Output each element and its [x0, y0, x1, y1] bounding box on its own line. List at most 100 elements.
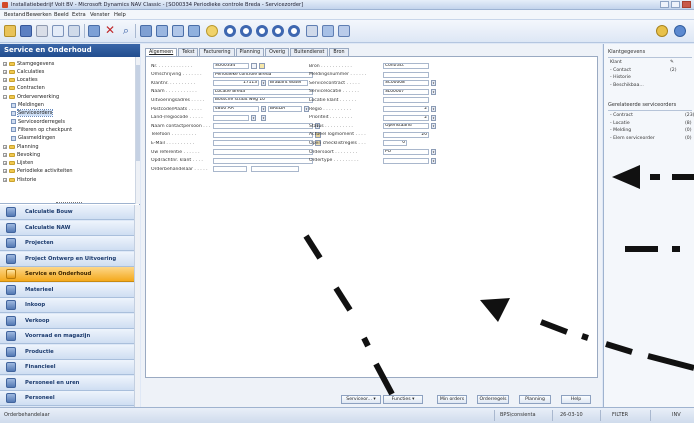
factbox-row-melding[interactable]: - Melding (0) — [610, 128, 694, 134]
tree-item-serviceorders[interactable]: Serviceorders — [11, 109, 54, 118]
factbox-row-historie[interactable]: - Historie — [610, 75, 694, 81]
lookup-dropdown-icon[interactable]: ▾ — [251, 114, 256, 121]
card-icon[interactable] — [172, 25, 184, 37]
circle-icon[interactable] — [224, 25, 236, 37]
lookup-dropdown-icon[interactable]: ▾ — [431, 157, 436, 164]
field-input[interactable] — [213, 149, 313, 155]
min-orders-button[interactable]: Min orders — [437, 395, 467, 404]
field-input[interactable] — [213, 114, 249, 121]
tab-bron[interactable]: Bron — [329, 48, 349, 56]
expand-icon[interactable]: + — [3, 78, 7, 83]
tree-item-lijsten[interactable]: + Lijsten — [3, 160, 33, 167]
module-button-project-ontwerp-en-uitvoering[interactable]: Project Ontwerp en Uitvoering — [0, 251, 134, 267]
lookup-dropdown-icon[interactable]: ▾ — [431, 88, 436, 95]
tree-scrollbar[interactable] — [135, 57, 140, 204]
tree-item-glasmeldingen[interactable]: Glasmeldingen — [11, 135, 55, 142]
paste-icon[interactable] — [68, 25, 80, 37]
factbox-row-contact[interactable]: - Contact (2) — [610, 68, 694, 74]
delete-icon[interactable]: ✕ — [104, 24, 116, 37]
user-icon[interactable] — [656, 25, 668, 37]
field-input[interactable]: 20 — [383, 131, 429, 138]
field-input[interactable] — [383, 71, 429, 78]
factbox-row-contract[interactable]: - Contract (23) — [610, 113, 694, 119]
circle-icon[interactable] — [240, 25, 252, 37]
circle-icon[interactable] — [288, 25, 300, 37]
open-icon[interactable] — [4, 25, 16, 37]
field-input[interactable]: SC00008 — [383, 80, 429, 87]
field-input-secondary[interactable]: BREDA — [268, 106, 302, 112]
tree-item-calculaties[interactable]: + Calculaties — [3, 68, 44, 75]
lookup-dropdown-icon[interactable]: ▾ — [431, 149, 436, 155]
tree-item-meldingen[interactable]: Meldingen — [11, 102, 44, 109]
module-button-calculatie-naw[interactable]: Calculatie NAW — [0, 220, 134, 236]
table-icon[interactable] — [140, 25, 152, 37]
field-input[interactable]: 17113 — [213, 80, 259, 87]
module-scrollbar[interactable] — [134, 205, 140, 407]
expand-icon[interactable]: + — [3, 61, 7, 66]
field-input[interactable] — [213, 131, 313, 138]
field-input[interactable]: 2 — [383, 106, 429, 112]
field-input[interactable] — [383, 157, 429, 164]
expand-icon[interactable]: + — [3, 69, 7, 74]
expand-icon[interactable]: + — [3, 152, 7, 157]
tree-item-bevoking[interactable]: + Bevoking — [3, 151, 40, 158]
help-button[interactable]: Help — [561, 395, 591, 404]
factbox-row-beschikbaa[interactable]: - Beschikbaa... — [610, 83, 694, 89]
lookup-dropdown-icon[interactable]: ▾ — [261, 114, 266, 121]
tree-item-filteren-op-checkpunt[interactable]: Filteren op checkpunt — [11, 126, 72, 133]
expand-icon[interactable]: + — [3, 161, 7, 166]
menu-extra[interactable]: Extra — [72, 12, 86, 18]
pane-splitter[interactable] — [56, 202, 82, 204]
field-input[interactable]: Periodieke controle Breda — [213, 71, 313, 78]
lookup-dropdown-icon[interactable]: ▾ — [431, 106, 436, 112]
field-input[interactable] — [213, 140, 313, 147]
lookup-dropdown-icon[interactable]: ▾ — [431, 123, 436, 130]
orderregels-button[interactable]: Orderregels — [477, 395, 509, 404]
find-icon[interactable]: ⌕ — [120, 25, 132, 37]
field-input[interactable]: PO — [383, 149, 429, 155]
report-icon[interactable] — [306, 25, 318, 37]
module-button-personeel[interactable]: Personeel — [0, 391, 134, 406]
field-input-secondary[interactable] — [251, 166, 299, 173]
pencil-icon[interactable] — [259, 63, 265, 69]
expand-icon[interactable]: + — [3, 86, 7, 91]
tree-item-historie[interactable]: + Historie — [3, 176, 36, 183]
factbox-row-klant[interactable]: Klant ✎ — [610, 60, 694, 66]
circle-icon[interactable] — [272, 25, 284, 37]
pencil-icon[interactable]: ✎ — [670, 60, 674, 65]
functies-button[interactable]: Functies ▾ — [383, 395, 423, 404]
module-button-productie[interactable]: Productie — [0, 344, 134, 360]
tree-item-orderverwerking[interactable]: − Orderverwerking — [3, 93, 59, 100]
field-input[interactable]: SL00007 — [383, 88, 429, 95]
lookup-dropdown-icon[interactable]: ▾ — [431, 80, 436, 87]
module-button-personeel-en-uren[interactable]: Personeel en uren — [0, 375, 134, 391]
help-icon[interactable] — [206, 25, 218, 37]
field-input[interactable] — [383, 97, 429, 104]
expand-icon[interactable]: + — [3, 169, 7, 174]
menu-bestand[interactable]: Bestand — [4, 12, 25, 18]
print-icon[interactable] — [36, 25, 48, 37]
field-input[interactable]: 2 — [383, 114, 429, 121]
field-input[interactable] — [213, 157, 313, 164]
tab-tekst[interactable]: Tekst — [178, 48, 199, 56]
factbox-row-elem-serviceorder[interactable]: - Elem serviceorder (0) — [610, 136, 694, 142]
tab-buitendienst[interactable]: Buitendienst — [290, 48, 329, 56]
tab-overig[interactable]: Overig — [265, 48, 290, 56]
calendar-icon[interactable] — [188, 25, 200, 37]
tab-algemeen[interactable]: Algemeen — [145, 48, 178, 56]
factbox-row-locatie[interactable]: - Locatie (8) — [610, 121, 694, 127]
tab-facturering[interactable]: Facturering — [199, 48, 235, 56]
minimize-button[interactable] — [660, 1, 669, 8]
serviceorder-button[interactable]: Serviceor... ▾ — [341, 395, 381, 404]
field-input[interactable]: Contract — [383, 63, 429, 69]
menu-venster[interactable]: Venster — [90, 12, 110, 18]
lookup-dropdown-icon[interactable]: ▾ — [431, 114, 436, 121]
lookup-dropdown-icon[interactable]: ▾ — [261, 80, 266, 87]
expand-icon[interactable]: + — [3, 144, 7, 149]
module-button-projecten[interactable]: Projecten — [0, 236, 134, 251]
module-button-materieel[interactable]: Materieel — [0, 282, 134, 298]
menu-beeld[interactable]: Beeld — [54, 12, 69, 18]
maximize-button[interactable] — [671, 1, 680, 8]
menu-bewerken[interactable]: Bewerken — [26, 12, 52, 18]
lookup-dropdown-icon[interactable]: ▾ — [261, 106, 266, 112]
